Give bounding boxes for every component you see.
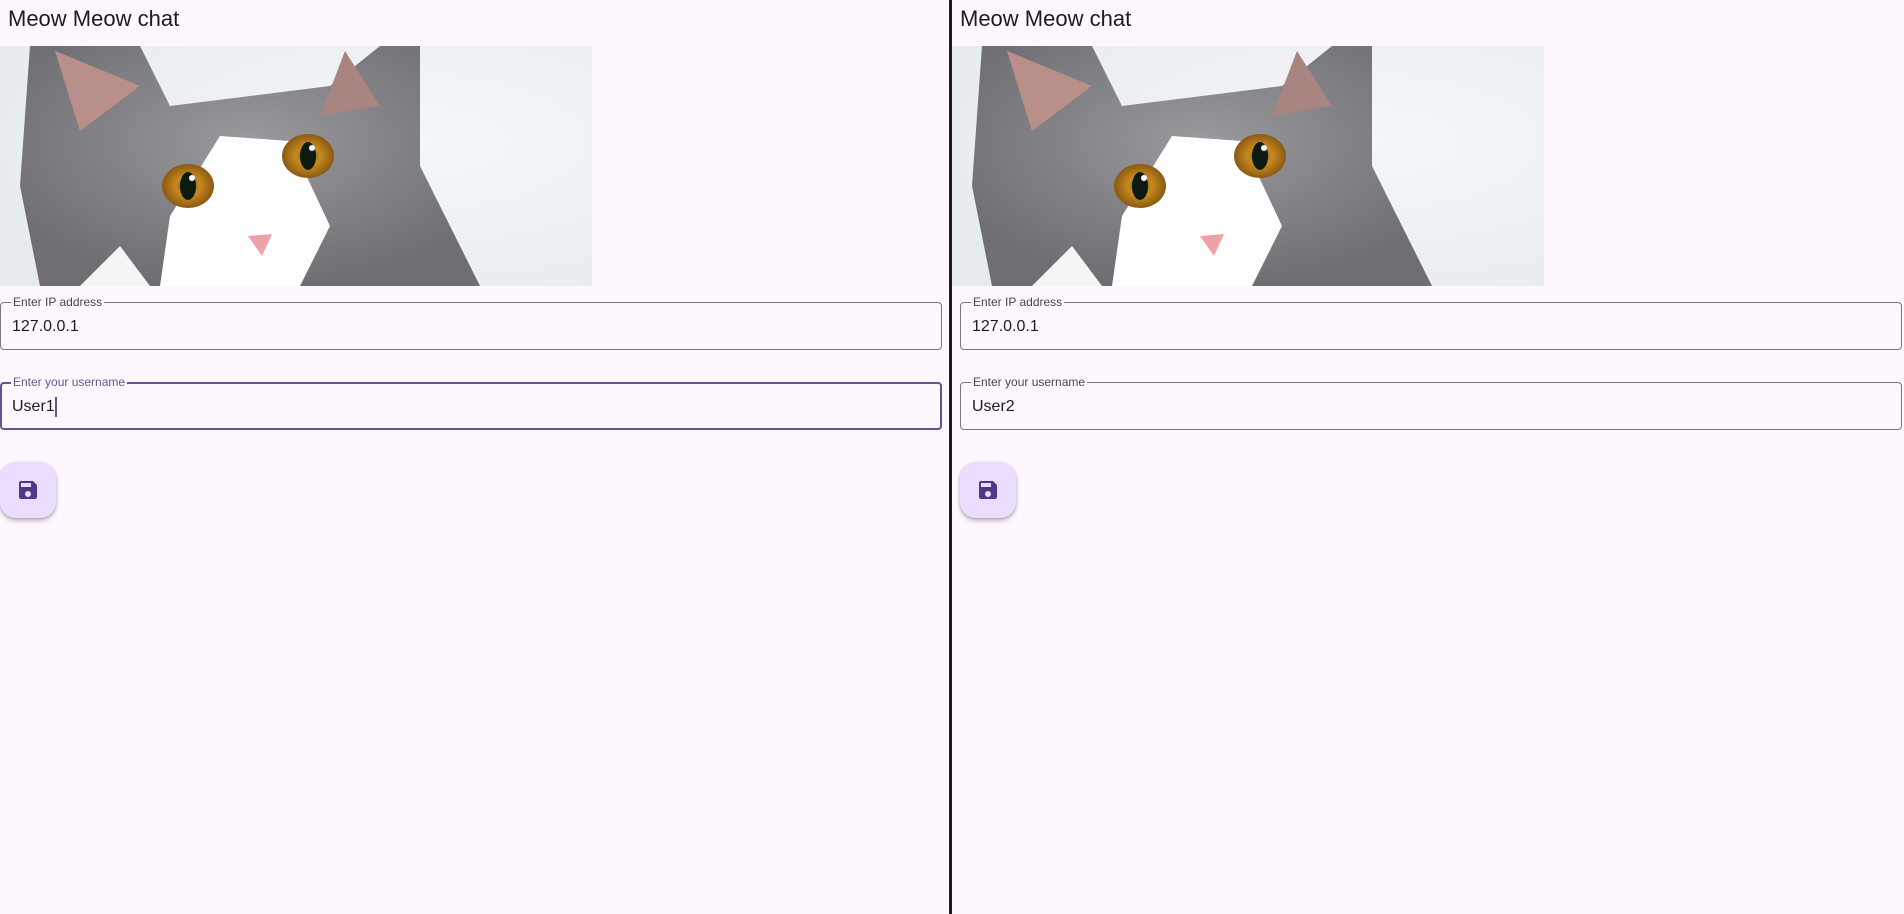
username-value: User1 xyxy=(12,398,55,415)
left-app-window: Meow Meow chat Enter IP address 127.0.0.… xyxy=(0,0,950,914)
cat-image xyxy=(952,46,1544,286)
cat-image xyxy=(0,46,592,286)
username-field[interactable]: Enter your username User1 xyxy=(0,375,942,430)
save-icon xyxy=(19,481,37,499)
app-title: Meow Meow chat xyxy=(960,6,1132,31)
save-button[interactable] xyxy=(960,462,1016,518)
username-label: Enter your username xyxy=(971,375,1088,389)
username-label: Enter your username xyxy=(11,375,128,389)
app-title: Meow Meow chat xyxy=(8,6,180,31)
ip-address-field[interactable]: Enter IP address 127.0.0.1 xyxy=(960,295,1902,350)
ip-address-label: Enter IP address xyxy=(11,295,105,309)
username-field[interactable]: Enter your username User2 xyxy=(960,375,1902,430)
ip-address-label: Enter IP address xyxy=(971,295,1065,309)
cat-photo xyxy=(952,46,1544,286)
ip-address-field[interactable]: Enter IP address 127.0.0.1 xyxy=(0,295,942,350)
text-caret xyxy=(54,397,57,417)
save-icon xyxy=(979,481,997,499)
username-value-wrap[interactable]: User1 xyxy=(12,397,57,417)
save-button[interactable] xyxy=(0,462,56,518)
right-app-window: Meow Meow chat Enter IP address 127.0.0.… xyxy=(952,0,1902,914)
username-value[interactable]: User2 xyxy=(972,397,1015,417)
ip-address-value[interactable]: 127.0.0.1 xyxy=(12,317,79,337)
cat-photo xyxy=(0,46,592,286)
ip-address-value[interactable]: 127.0.0.1 xyxy=(972,317,1039,337)
